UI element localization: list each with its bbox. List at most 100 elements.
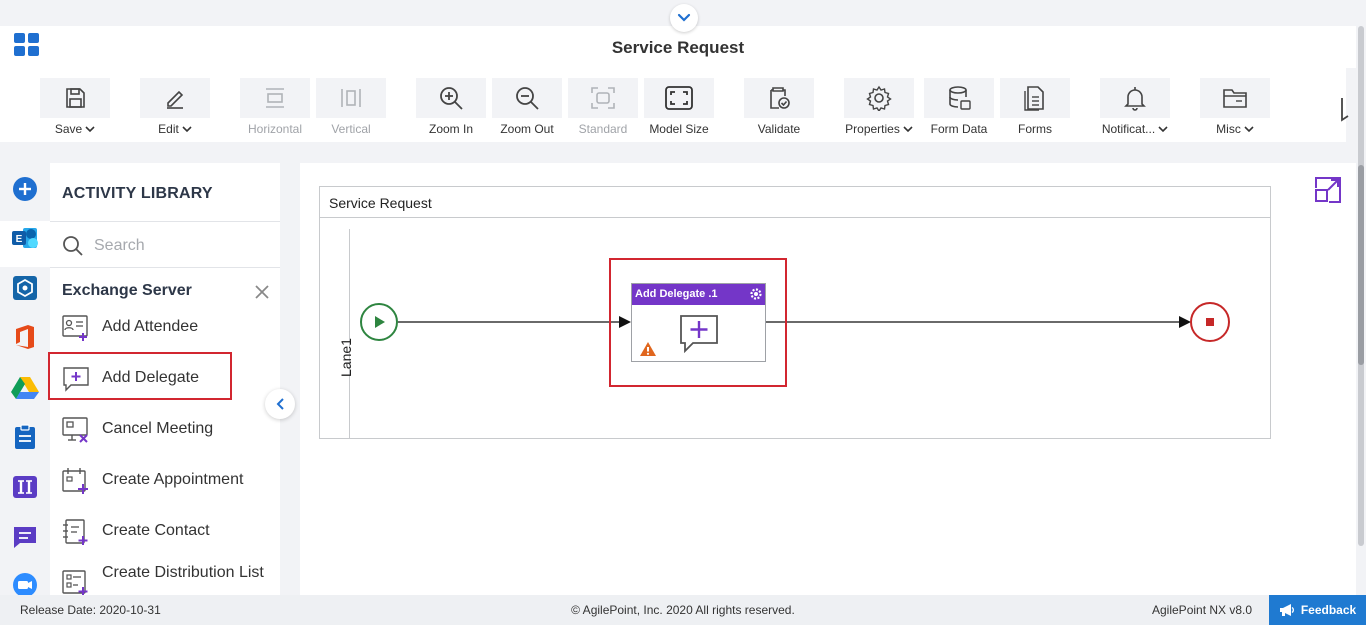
zoom-out-label: Zoom Out [500, 122, 554, 136]
model-size-button[interactable]: Model Size [644, 78, 714, 138]
search-input[interactable] [94, 233, 270, 259]
clipboard-app-button[interactable] [11, 423, 39, 451]
svg-text:E: E [16, 234, 23, 245]
bpm-app-button[interactable] [11, 274, 39, 302]
validate-button[interactable]: Validate [744, 78, 814, 138]
scrollbar-thumb[interactable] [1358, 165, 1364, 365]
pencil-icon [167, 90, 184, 109]
toolbar: Save Edit Horizontal Vertical Zoom In Zo… [0, 68, 1346, 142]
pool[interactable]: Service Request Lane1 [319, 186, 1271, 439]
notifications-button[interactable]: Notificat... [1100, 78, 1170, 138]
app-header: Service Request [0, 26, 1356, 68]
model-size-label: Model Size [649, 122, 709, 136]
folder-icon [1223, 89, 1247, 108]
selected-task-highlight [609, 258, 787, 387]
properties-label: Properties [845, 122, 900, 136]
google-drive-icon [11, 377, 39, 399]
forms-app-button[interactable] [11, 473, 39, 501]
standard-button[interactable]: Standard [568, 78, 638, 138]
office-icon [16, 325, 34, 349]
drive-app-button[interactable] [11, 373, 39, 401]
app-rail: E [0, 163, 50, 597]
forms-icon [1024, 86, 1044, 111]
more-toolbar-icon[interactable] [1336, 96, 1350, 124]
forms-label: Forms [1018, 122, 1052, 136]
plus-circle-icon [13, 177, 37, 201]
feedback-label: Feedback [1300, 603, 1357, 617]
chat-app-button[interactable] [11, 523, 39, 551]
library-title: ACTIVITY LIBRARY [62, 185, 213, 202]
bell-icon [1124, 87, 1146, 111]
create-appointment-icon [62, 468, 88, 494]
gear-icon [866, 85, 892, 111]
activity-create-distribution-list[interactable]: Create Distribution List [50, 560, 280, 595]
vertical-button[interactable]: Vertical [316, 78, 386, 138]
form-data-label: Form Data [930, 122, 988, 136]
activity-label: Create Appointment [102, 471, 244, 488]
activity-label: Create Contact [102, 522, 210, 539]
create-distribution-list-icon [62, 570, 88, 595]
activity-create-contact[interactable]: Create Contact [50, 509, 280, 555]
misc-label: Misc [1216, 122, 1241, 136]
text-field-icon [13, 476, 37, 498]
lane-header[interactable]: Lane1 [320, 229, 354, 438]
vertical-label: Vertical [331, 122, 371, 136]
zoom-out-icon [516, 87, 539, 110]
align-vertical-icon [341, 89, 361, 107]
megaphone-icon [1279, 604, 1294, 616]
clipboard-icon [15, 424, 35, 449]
chevron-down-icon [85, 126, 95, 133]
save-button[interactable]: Save [40, 78, 110, 138]
forms-button[interactable]: Forms [1000, 78, 1070, 138]
pool-title: Service Request [329, 195, 432, 211]
horizontal-button[interactable]: Horizontal [240, 78, 310, 138]
validate-icon [770, 87, 790, 109]
collapse-library-button[interactable] [265, 389, 295, 419]
cancel-meeting-icon [62, 417, 88, 443]
properties-button[interactable]: Properties [844, 78, 914, 138]
activity-label: Add Attendee [102, 318, 199, 335]
edit-label: Edit [158, 122, 179, 136]
expand-icon[interactable] [1314, 176, 1342, 204]
selected-activity-highlight [48, 352, 232, 400]
add-attendee-icon [62, 315, 88, 341]
feedback-button[interactable]: Feedback [1269, 595, 1366, 625]
validate-label: Validate [757, 122, 801, 136]
activity-cancel-meeting[interactable]: Cancel Meeting [50, 407, 280, 453]
database-icon [949, 86, 971, 110]
standard-label: Standard [578, 122, 628, 136]
version: AgilePoint NX v8.0 [1152, 603, 1253, 617]
divider [50, 221, 280, 222]
misc-button[interactable]: Misc [1200, 78, 1270, 138]
footer: Release Date: 2020-10-31 © AgilePoint, I… [0, 595, 1366, 625]
zoom-in-label: Zoom In [428, 122, 473, 136]
activity-add-attendee[interactable]: Add Attendee [50, 305, 280, 351]
chevron-left-icon [276, 398, 284, 410]
add-app-button[interactable] [11, 175, 39, 203]
chat-icon [14, 527, 36, 548]
exchange-app-button[interactable]: E [11, 224, 39, 252]
search-icon [63, 236, 83, 256]
exchange-icon: E [12, 228, 38, 248]
zoom-in-button[interactable]: Zoom In [416, 78, 486, 138]
chevron-down-icon [182, 126, 192, 133]
zoom-out-button[interactable]: Zoom Out [492, 78, 562, 138]
office-app-button[interactable] [11, 323, 39, 351]
chevron-down-icon [903, 126, 913, 133]
close-icon[interactable] [254, 284, 270, 300]
chevron-down-icon [1244, 126, 1254, 133]
zoom-in-icon [440, 87, 463, 110]
save-label: Save [54, 122, 83, 136]
page-title: Service Request [611, 38, 745, 57]
chevron-down-icon [677, 13, 691, 22]
activity-label: Create Distribution List [102, 564, 264, 581]
notifications-label: Notificat... [1101, 122, 1156, 136]
create-contact-icon [63, 519, 88, 545]
edit-button[interactable]: Edit [140, 78, 210, 138]
lane-label: Lane1 [338, 338, 354, 377]
collapse-header-button[interactable] [670, 4, 698, 32]
cube-app-icon [13, 276, 37, 300]
activity-create-appointment[interactable]: Create Appointment [50, 458, 280, 504]
form-data-button[interactable]: Form Data [924, 78, 994, 138]
activity-label: Cancel Meeting [102, 420, 214, 437]
